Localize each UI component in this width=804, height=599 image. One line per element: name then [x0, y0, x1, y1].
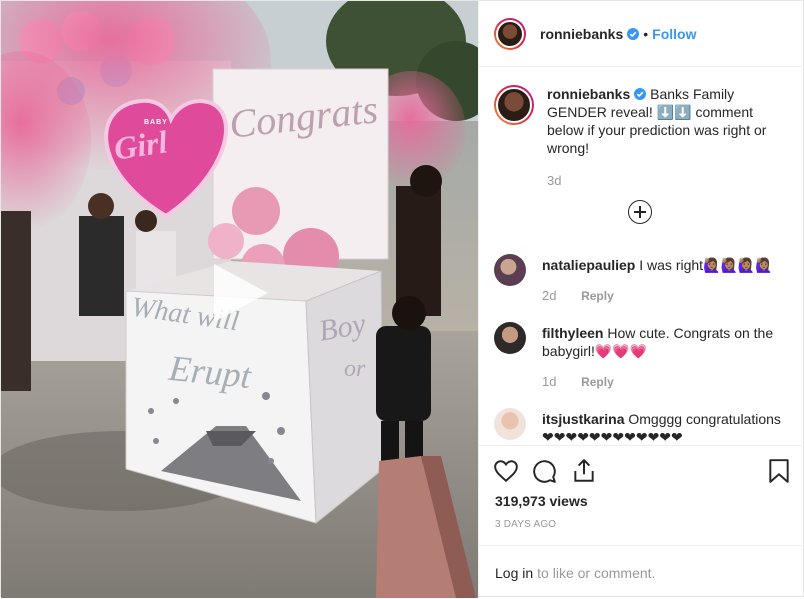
plus-circle-icon[interactable]: [628, 200, 652, 224]
comment-body: itsjustkarina Omgggg congratulations ❤❤❤…: [542, 408, 789, 445]
post-video[interactable]: BABY Girl Congrats What will Erupt Boy o…: [1, 1, 478, 598]
share-icon[interactable]: [571, 458, 597, 484]
box-side-text-2: or: [344, 356, 366, 382]
follow-button[interactable]: Follow: [652, 26, 696, 42]
caption-body: ronniebanks Banks Family GENDER reveal! …: [547, 85, 789, 190]
login-link[interactable]: Log in: [495, 565, 533, 581]
heart-icon[interactable]: [493, 458, 519, 484]
bookmark-icon[interactable]: [767, 458, 791, 484]
comment-username[interactable]: nataliepauliep: [542, 257, 635, 273]
action-icons: [493, 458, 791, 486]
commenter-avatar[interactable]: [494, 254, 526, 286]
verified-badge-icon: [627, 27, 640, 40]
post-sidebar: ronniebanks • Follow ronniebanks Banks F…: [478, 1, 804, 598]
comment-item: filthyleen How cute. Congrats on the bab…: [479, 322, 804, 391]
comment-username[interactable]: itsjustkarina: [542, 411, 624, 427]
post-date[interactable]: 3 DAYS AGO: [495, 519, 556, 530]
author-username[interactable]: ronniebanks: [540, 26, 623, 42]
comment-body: nataliepauliep I was right🙋🏽‍♀️🙋🏽‍♀️🙋🏽‍♀…: [542, 254, 773, 305]
comments-list[interactable]: ronniebanks Banks Family GENDER reveal! …: [479, 67, 804, 445]
author-avatar[interactable]: [494, 17, 526, 50]
comment-meta: 2d Reply: [542, 287, 773, 305]
reply-button[interactable]: Reply: [581, 289, 614, 303]
caption-age: 3d: [547, 173, 562, 188]
comment-item: nataliepauliep I was right🙋🏽‍♀️🙋🏽‍♀️🙋🏽‍♀…: [479, 254, 804, 305]
caption-username[interactable]: ronniebanks: [547, 86, 630, 102]
caption: ronniebanks Banks Family GENDER reveal! …: [479, 67, 804, 190]
comment-username[interactable]: filthyleen: [542, 325, 603, 341]
author-avatar[interactable]: [494, 85, 534, 125]
box-front-text-2: Erupt: [167, 347, 253, 397]
verified-badge-icon: [634, 88, 647, 100]
comment-icon[interactable]: [531, 458, 557, 484]
comment-age: 1d: [542, 374, 557, 389]
comment-item: itsjustkarina Omgggg congratulations ❤❤❤…: [479, 408, 804, 445]
login-prompt-text: to like or comment.: [537, 564, 656, 581]
commenter-avatar[interactable]: [494, 322, 526, 354]
commenter-avatar[interactable]: [494, 408, 526, 440]
header-separator: •: [643, 25, 649, 42]
login-bar: Log in to like or comment.: [479, 545, 804, 599]
instagram-post: BABY Girl Congrats What will Erupt Boy o…: [0, 0, 804, 598]
comment-text: I was right🙋🏽‍♀️🙋🏽‍♀️🙋🏽‍♀️🙋🏽‍♀️: [639, 257, 773, 273]
post-header: ronniebanks • Follow: [479, 1, 804, 67]
comment-meta: 1d Reply: [542, 373, 789, 391]
balloon-text: Girl: [111, 123, 170, 167]
reply-button[interactable]: Reply: [581, 375, 614, 389]
play-icon[interactable]: [204, 258, 274, 328]
view-count[interactable]: 319,973 views: [495, 493, 588, 509]
comment-body: filthyleen How cute. Congrats on the bab…: [542, 322, 789, 391]
action-bar: 319,973 views 3 DAYS AGO: [479, 445, 804, 546]
comment-age: 2d: [542, 288, 557, 303]
